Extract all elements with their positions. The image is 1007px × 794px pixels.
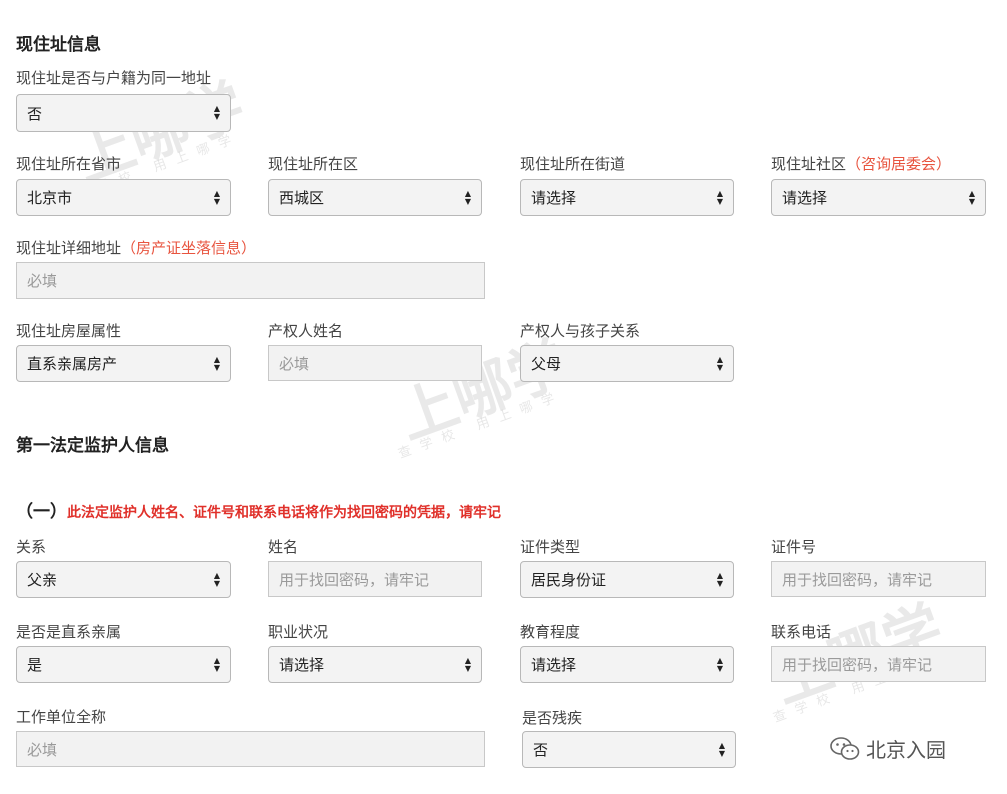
brand-watermark: 北京入园 [830, 734, 946, 763]
direct-relative-value: 是 [27, 656, 43, 674]
phone-label: 联系电话 [771, 623, 832, 641]
community-note: （咨询居委会） [846, 155, 952, 173]
same-address-value: 否 [27, 104, 43, 123]
disabled-value: 否 [533, 741, 549, 759]
select-arrows-icon: ▲ ▼ [213, 188, 220, 206]
guardian-name-label: 姓名 [268, 538, 299, 556]
relation-select[interactable]: 父亲 ▲ ▼ [16, 561, 231, 598]
community-label: 现住址社区 [771, 155, 847, 173]
direct-relative-select[interactable]: 是 ▲ ▼ [16, 646, 231, 683]
id-number-input[interactable]: 用于找回密码，请牢记 [771, 561, 986, 597]
id-type-select[interactable]: 居民身份证 ▲ ▼ [520, 561, 734, 598]
street-label: 现住址所在街道 [520, 155, 626, 173]
detail-address-label-row: 现住址详细地址（房产证坐落信息） [16, 237, 256, 258]
street-select[interactable]: 请选择 ▲ ▼ [520, 179, 734, 216]
select-arrows-icon: ▲ ▼ [464, 655, 471, 673]
property-type-select[interactable]: 直系亲属房产 ▲ ▼ [16, 345, 231, 382]
education-label: 教育程度 [520, 623, 581, 641]
disabled-select[interactable]: 否 ▲ ▼ [522, 731, 736, 768]
employer-label: 工作单位全称 [16, 708, 107, 726]
same-address-label: 现住址是否与户籍为同一地址 [16, 69, 212, 87]
select-arrows-icon: ▲ ▼ [213, 655, 220, 673]
select-arrows-icon: ▲ ▼ [213, 570, 220, 588]
guardian-name-input[interactable]: 用于找回密码，请牢记 [268, 561, 482, 597]
detail-address-label: 现住址详细地址 [16, 239, 122, 257]
warning-index: （一） [16, 502, 67, 522]
education-value: 请选择 [531, 656, 577, 674]
owner-relation-select[interactable]: 父母 ▲ ▼ [520, 345, 734, 382]
relation-value: 父亲 [27, 571, 58, 589]
property-type-value: 直系亲属房产 [27, 355, 118, 373]
id-type-label: 证件类型 [520, 538, 581, 556]
owner-relation-label: 产权人与孩子关系 [520, 322, 641, 340]
guardian-name-placeholder: 用于找回密码，请牢记 [279, 570, 430, 589]
owner-name-input[interactable]: 必填 [268, 345, 482, 381]
occupation-select[interactable]: 请选择 ▲ ▼ [268, 646, 482, 683]
province-label: 现住址所在省市 [16, 155, 122, 173]
phone-placeholder: 用于找回密码，请牢记 [782, 655, 933, 674]
same-address-select[interactable]: 否 ▲ ▼ [16, 94, 231, 132]
id-number-label: 证件号 [771, 538, 817, 556]
detail-address-note: （房产证坐落信息） [121, 239, 257, 257]
select-arrows-icon: ▲ ▼ [718, 740, 725, 758]
property-type-label: 现住址房屋属性 [16, 322, 122, 340]
select-arrows-icon: ▲ ▼ [716, 354, 723, 372]
residence-section-title: 现住址信息 [16, 35, 101, 55]
select-arrows-icon: ▲ ▼ [716, 570, 723, 588]
community-label-row: 现住址社区（咨询居委会） [771, 153, 951, 174]
phone-input[interactable]: 用于找回密码，请牢记 [771, 646, 986, 682]
education-select[interactable]: 请选择 ▲ ▼ [520, 646, 734, 683]
relation-label: 关系 [16, 538, 47, 556]
warning-text: 此法定监护人姓名、证件号和联系电话将作为找回密码的凭据，请牢记 [67, 505, 501, 521]
employer-placeholder: 必填 [27, 740, 58, 759]
community-select[interactable]: 请选择 ▲ ▼ [771, 179, 986, 216]
employer-input[interactable]: 必填 [16, 731, 485, 767]
province-value: 北京市 [27, 189, 73, 207]
direct-relative-label: 是否是直系亲属 [16, 623, 122, 641]
id-type-value: 居民身份证 [531, 571, 607, 589]
detail-address-input[interactable]: 必填 [16, 262, 485, 299]
community-value: 请选择 [782, 189, 828, 207]
district-select[interactable]: 西城区 ▲ ▼ [268, 179, 482, 216]
guardian-section-title: 第一法定监护人信息 [16, 436, 169, 456]
occupation-label: 职业状况 [268, 623, 329, 641]
select-arrows-icon: ▲ ▼ [968, 188, 975, 206]
select-arrows-icon: ▲ ▼ [213, 104, 220, 121]
guardian-warning: （一）此法定监护人姓名、证件号和联系电话将作为找回密码的凭据，请牢记 [16, 497, 501, 522]
owner-relation-value: 父母 [531, 355, 562, 373]
district-label: 现住址所在区 [268, 155, 359, 173]
province-select[interactable]: 北京市 ▲ ▼ [16, 179, 231, 216]
street-value: 请选择 [531, 189, 577, 207]
district-value: 西城区 [279, 189, 325, 207]
occupation-value: 请选择 [279, 656, 325, 674]
id-number-placeholder: 用于找回密码，请牢记 [782, 570, 933, 589]
detail-address-placeholder: 必填 [27, 272, 58, 290]
brand-text: 北京入园 [866, 738, 946, 762]
select-arrows-icon: ▲ ▼ [716, 188, 723, 206]
owner-name-label: 产权人姓名 [268, 322, 344, 340]
disabled-label: 是否残疾 [522, 709, 583, 727]
watermark-tagline-2: 查学校 用上哪学 [396, 387, 567, 462]
select-arrows-icon: ▲ ▼ [464, 188, 471, 206]
owner-name-placeholder: 必填 [279, 354, 310, 373]
select-arrows-icon: ▲ ▼ [716, 655, 723, 673]
select-arrows-icon: ▲ ▼ [213, 354, 220, 372]
wechat-icon [830, 736, 860, 760]
